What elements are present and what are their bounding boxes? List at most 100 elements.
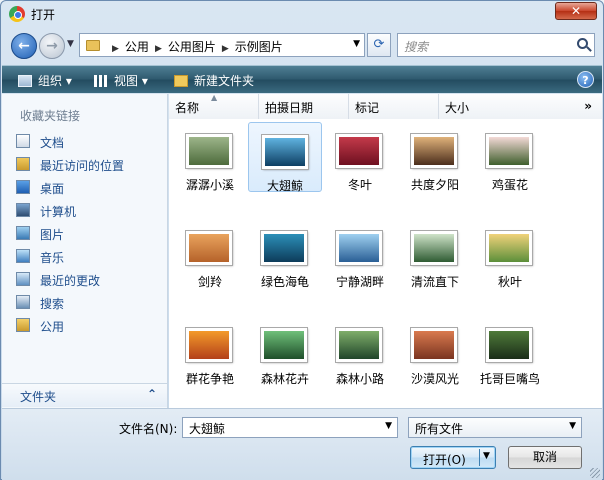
file-item[interactable]: 宁静湖畔 [323, 219, 397, 289]
file-item[interactable]: 绿色海龟 [248, 219, 322, 289]
file-item[interactable]: 潺潺小溪 [173, 122, 247, 192]
image-thumbnail [485, 133, 533, 169]
new-folder-icon [174, 75, 188, 87]
computer-icon [16, 203, 30, 217]
file-name-label: 大翅鲸 [266, 179, 303, 193]
breadcrumb-separator-icon[interactable]: ▶ [155, 44, 162, 54]
column-header-tags[interactable]: 标记 [349, 94, 439, 119]
sidebar-item[interactable]: 桌面 [16, 178, 164, 198]
sidebar-item[interactable]: 计算机 [16, 201, 164, 221]
file-name-label: 秋叶 [497, 275, 522, 289]
file-item[interactable]: 清流直下 [398, 219, 472, 289]
sidebar-item-label: 图片 [40, 228, 65, 242]
folders-toggle[interactable]: 文件夹 ⌃ [2, 383, 167, 407]
file-item[interactable]: 秋叶 [473, 219, 547, 289]
address-dropdown-icon[interactable]: ▼ [353, 39, 360, 49]
public-folder-icon [16, 318, 30, 332]
open-options-dropdown-icon[interactable]: ▼ [483, 451, 490, 461]
sidebar-item[interactable]: 最近访问的位置 [16, 155, 164, 175]
breadcrumb-separator-icon[interactable]: ▶ [222, 44, 229, 54]
image-thumbnail [260, 327, 308, 363]
search-input[interactable]: 搜索 [397, 33, 595, 57]
file-name-label: 鸡蛋花 [491, 178, 528, 192]
open-file-dialog: 打开 ✕ ← → ▼ ▶ 公用 ▶ 公用图片 ▶ 示例图片 ▼ ⟳ 搜索 组织 ▾ 视图 … [0, 0, 604, 480]
chrome-app-icon [9, 6, 25, 22]
open-button[interactable]: 打开(O) ▼ [410, 446, 496, 469]
window-title: 打开 [31, 8, 56, 22]
sidebar-item[interactable]: 最近的更改 [16, 270, 164, 290]
file-item[interactable]: 群花争艳 [173, 316, 247, 386]
sidebar-item[interactable]: 图片 [16, 224, 164, 244]
column-header-date-taken[interactable]: 拍摄日期 [259, 94, 349, 119]
sidebar-item-label: 音乐 [40, 251, 65, 265]
organize-icon [18, 75, 32, 87]
image-thumbnail [261, 134, 309, 170]
refresh-button[interactable]: ⟳ [367, 33, 391, 57]
file-item[interactable]: 森林小路 [323, 316, 397, 386]
column-header-size[interactable]: 大小 » [439, 94, 602, 119]
file-item[interactable]: 剑羚 [173, 219, 247, 289]
image-thumbnail [410, 133, 458, 169]
sidebar-item-label: 公用 [40, 320, 65, 334]
views-menu[interactable]: 视图 ▾ [94, 72, 148, 89]
favorite-links-header: 收藏夹链接 [20, 109, 81, 123]
file-item[interactable]: 森林花卉 [248, 316, 322, 386]
file-item[interactable]: 托哥巨嘴鸟 [473, 316, 547, 386]
filename-input[interactable]: 大翅鲸 ▼ [182, 417, 398, 438]
more-columns-icon[interactable]: » [584, 99, 592, 113]
image-thumbnail [335, 327, 383, 363]
cancel-button[interactable]: 取消 [508, 446, 582, 469]
organize-menu[interactable]: 组织 ▾ [18, 72, 72, 89]
resize-grip-icon[interactable] [590, 468, 600, 478]
file-item[interactable]: 大翅鲸 [248, 122, 322, 193]
sidebar-item[interactable]: 搜索 [16, 293, 164, 313]
search-placeholder: 搜索 [404, 40, 429, 54]
forward-button[interactable]: → [39, 33, 65, 59]
image-thumbnail [485, 327, 533, 363]
new-folder-button[interactable]: 新建文件夹 [174, 72, 254, 89]
file-name-label: 森林小路 [335, 372, 384, 386]
help-icon[interactable]: ? [577, 71, 594, 88]
image-thumbnail [410, 230, 458, 266]
sidebar-item[interactable]: 文档 [16, 132, 164, 152]
file-name-label: 清流直下 [410, 275, 459, 289]
file-name-label: 群花争艳 [185, 372, 234, 386]
column-label: 拍摄日期 [265, 101, 314, 115]
chevron-down-icon[interactable]: ▼ [385, 421, 392, 431]
breadcrumb-item[interactable]: 公用图片 [168, 40, 216, 54]
sidebar-item[interactable]: 音乐 [16, 247, 164, 267]
breadcrumb-item[interactable]: 公用 [125, 40, 149, 54]
file-name-label: 宁静湖畔 [335, 275, 384, 289]
split-divider [479, 449, 480, 466]
file-name-label: 托哥巨嘴鸟 [479, 372, 540, 386]
breadcrumb-separator-icon[interactable]: ▶ [112, 44, 119, 54]
desktop-icon [16, 180, 30, 194]
close-button[interactable]: ✕ [555, 2, 597, 20]
address-bar[interactable]: ▶ 公用 ▶ 公用图片 ▶ 示例图片 ▼ [79, 33, 365, 57]
file-name-label: 冬叶 [347, 178, 372, 192]
file-item[interactable]: 沙漠风光 [398, 316, 472, 386]
column-header-name[interactable]: 名称 ▲ [169, 93, 259, 119]
sort-ascending-icon: ▲ [211, 93, 218, 102]
folder-icon [86, 40, 100, 51]
file-name-label: 森林花卉 [260, 372, 309, 386]
search-icon[interactable] [577, 38, 588, 49]
sidebar-item-label: 文档 [40, 136, 65, 150]
file-item[interactable]: 共度夕阳 [398, 122, 472, 192]
open-button-label: 打开(O) [423, 453, 466, 467]
command-toolbar: 组织 ▾ 视图 ▾ 新建文件夹 ? [2, 65, 602, 93]
favorite-links-pane: 收藏夹链接 文档最近访问的位置桌面计算机图片音乐最近的更改搜索公用 文件夹 ⌃ [2, 94, 168, 408]
image-thumbnail [260, 230, 308, 266]
file-name-label: 潺潺小溪 [185, 178, 234, 192]
breadcrumb-item[interactable]: 示例图片 [235, 40, 283, 54]
file-item[interactable]: 冬叶 [323, 122, 397, 192]
filetype-select[interactable]: 所有文件 ▼ [408, 417, 582, 438]
file-item[interactable]: 鸡蛋花 [473, 122, 547, 192]
file-name-label: 剑羚 [197, 275, 222, 289]
recent-pages-dropdown-icon[interactable]: ▼ [67, 39, 74, 49]
sidebar-item-label: 最近访问的位置 [40, 159, 125, 173]
sidebar-item-label: 搜索 [40, 297, 65, 311]
image-thumbnail [485, 230, 533, 266]
back-button[interactable]: ← [11, 33, 37, 59]
sidebar-item[interactable]: 公用 [16, 316, 164, 336]
